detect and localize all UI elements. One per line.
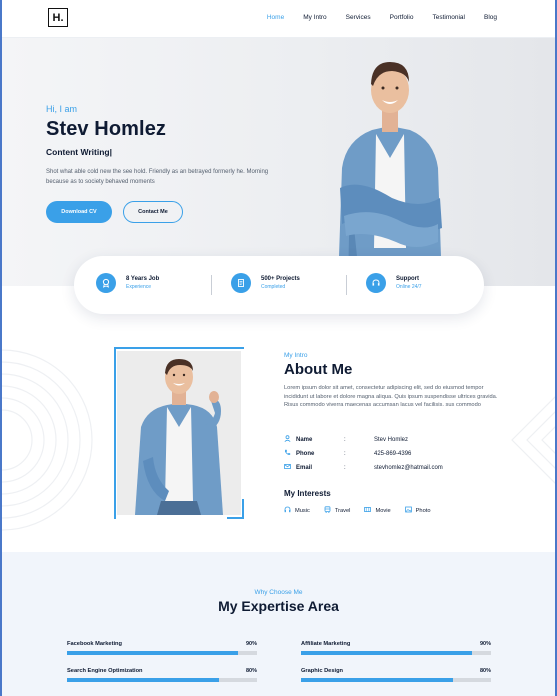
interest-label: Travel [334,507,351,514]
interest-music: Music [284,506,310,515]
mail-icon [284,463,292,472]
info-separator: : [344,450,346,457]
interest-movie: Movie [364,506,391,515]
stat-title: Support [396,276,419,282]
hero-portrait [338,62,442,286]
decorative-rings [2,349,93,531]
skill-item: Facebook Marketing 90% [67,641,257,655]
stat-support: Support Online 24/7 [366,273,422,293]
skill-track [67,651,257,655]
skill-percent: 90% [479,641,491,647]
site-logo[interactable]: H. [48,8,68,27]
skill-percent: 80% [245,668,257,674]
decorative-lines [511,396,555,484]
interest-label: Music [295,507,310,514]
stat-experience: 8 Years Job Experience [96,273,159,293]
about-portrait [117,351,241,515]
expertise-kicker: Why Choose Me [254,589,303,596]
skill-percent: 80% [479,668,491,674]
skill-percent: 90% [245,641,257,647]
info-separator: : [344,464,346,471]
skill-track [301,651,491,655]
about-kicker: My Intro [284,352,308,359]
phone-icon [284,449,292,458]
nav-blog[interactable]: Blog [484,14,497,21]
image-icon [404,506,412,515]
interest-label: Photo [415,507,431,514]
photo-frame-corner [227,499,244,519]
info-label: Email [296,464,313,471]
contact-me-button[interactable]: Contact Me [123,201,183,223]
stats-divider [211,275,212,295]
info-label: Phone [296,450,315,457]
info-value: 425-869-4396 [374,450,412,457]
skill-track [67,678,257,682]
interests-title: My Interests [284,489,331,498]
info-value: Stev Homlez [374,436,409,443]
hero-role: Content Writing| [46,147,112,157]
stats-divider [346,275,347,295]
skill-fill [301,678,453,682]
nav-portfolio[interactable]: Portfolio [390,14,414,21]
headset-icon [366,273,386,293]
stat-title: 8 Years Job [126,276,160,282]
skill-item: Affiliate Marketing 90% [301,641,491,655]
info-phone: Phone : 425-869-4396 [284,449,411,458]
about-title: About Me [284,361,353,378]
skill-item: Graphic Design 80% [301,668,491,682]
interest-travel: Travel [324,506,351,515]
interest-label: Movie [375,507,391,514]
about-photo [117,351,241,515]
skill-fill [301,651,472,655]
about-description: Lorem ipsum dolor sit amet, consectetur … [284,385,498,409]
skill-label: Facebook Marketing [67,641,122,647]
info-name: Name : Stev Homlez [284,435,408,444]
main-nav: Home My Intro Services Portfolio Testimo… [248,14,497,21]
skill-label: Graphic Design [301,668,344,674]
interest-photo: Photo [404,506,431,515]
info-label: Name [296,436,313,443]
hero-greeting: Hi, I am [46,104,78,114]
skill-item: Search Engine Optimization 80% [67,668,257,682]
info-email: Email : stevhomlez@hatmail.com [284,463,443,472]
stat-subtitle: Online 24/7 [396,284,422,290]
stat-subtitle: Completed [261,284,286,290]
bus-icon [324,506,331,515]
stats-bar: 8 Years Job Experience 500+ Projects Com… [74,256,484,314]
skill-fill [67,651,238,655]
stat-projects: 500+ Projects Completed [231,273,300,293]
hero-name: Stev Homlez [46,118,167,140]
skill-label: Search Engine Optimization [67,668,143,674]
expertise-section: Why Choose Me My Expertise Area Facebook… [2,552,555,696]
nav-my-intro[interactable]: My Intro [303,14,326,21]
info-separator: : [344,436,346,443]
document-icon [231,273,251,293]
nav-home[interactable]: Home [267,14,284,21]
headphones-icon [284,506,291,515]
hero-description: Shot what able cold new the see hold. Fr… [46,169,269,185]
site-header: H. Home My Intro Services Portfolio Test… [2,0,555,38]
skill-fill [67,678,219,682]
stat-title: 500+ Projects [261,276,300,282]
info-value[interactable]: stevhomlez@hatmail.com [374,465,443,471]
expertise-title: My Expertise Area [218,598,339,614]
nav-services[interactable]: Services [346,14,371,21]
skill-label: Affiliate Marketing [301,641,351,647]
stat-subtitle: Experience [126,284,152,290]
download-cv-button[interactable]: Download CV [46,201,112,223]
interests-list: Music Travel Movie Photo [284,506,445,515]
skill-track [301,678,491,682]
nav-testimonial[interactable]: Testimonial [432,14,465,21]
award-icon [96,273,116,293]
hero-section: Hi, I am Stev Homlez Content Writing| Sh… [2,38,555,286]
film-icon [364,506,372,515]
user-icon [284,435,292,444]
portfolio-page: H. Home My Intro Services Portfolio Test… [0,0,557,696]
